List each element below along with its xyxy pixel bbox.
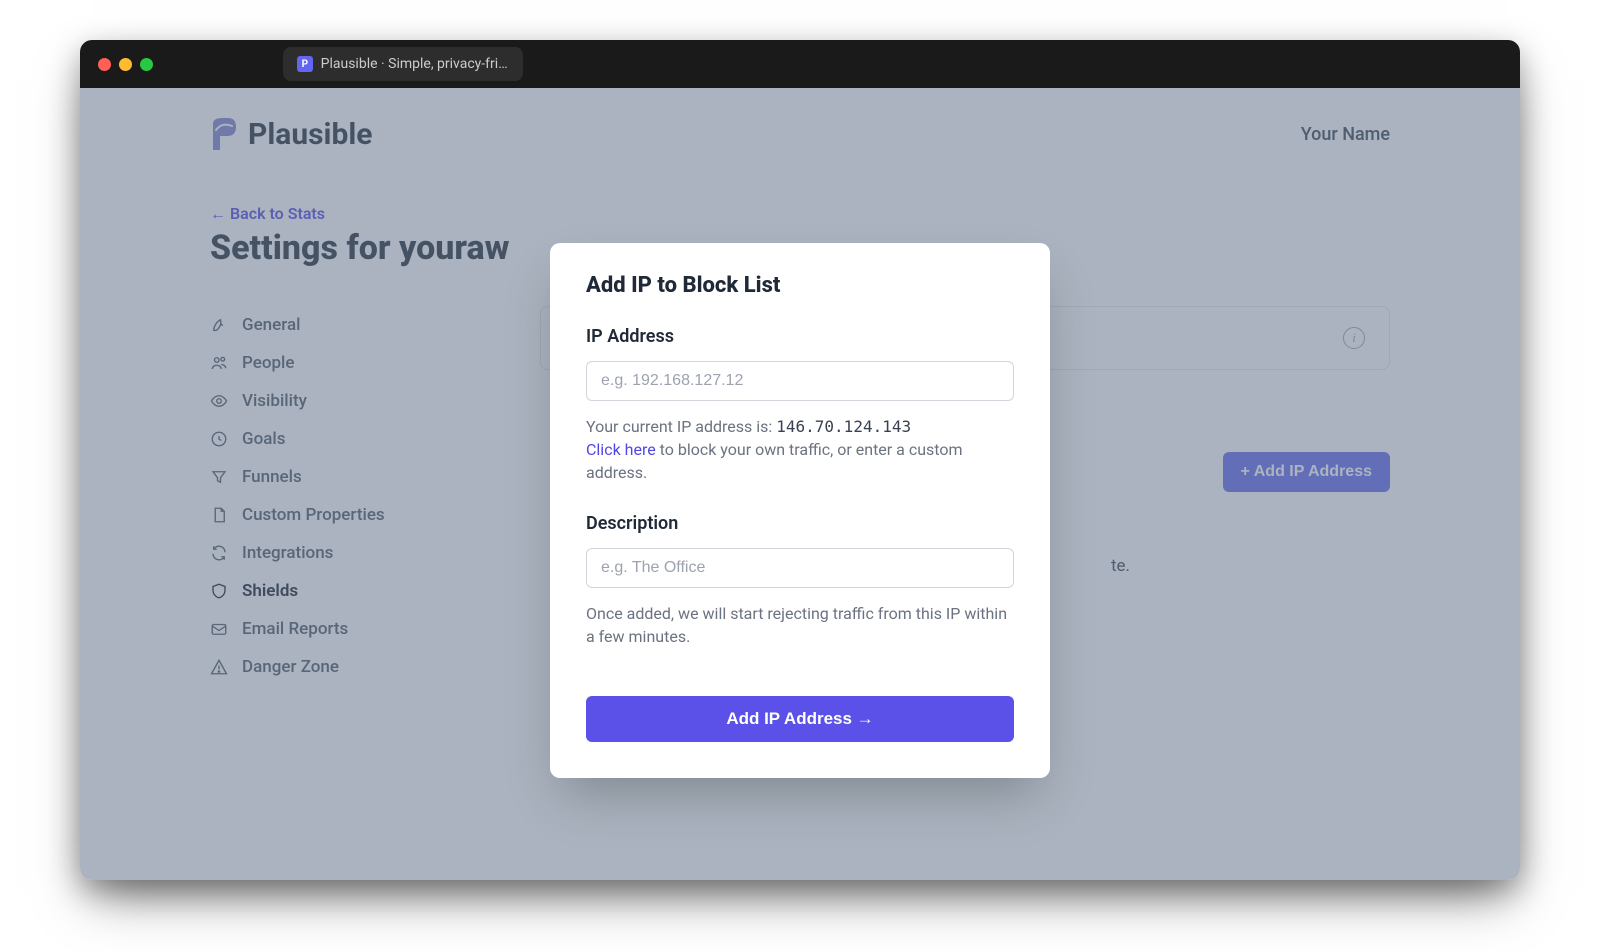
traffic-lights bbox=[98, 58, 153, 71]
description-input[interactable] bbox=[586, 548, 1014, 588]
browser-tab[interactable]: P Plausible · Simple, privacy-frien bbox=[283, 47, 523, 81]
current-ip-prefix: Your current IP address is: bbox=[586, 417, 776, 436]
modal-note: Once added, we will start rejecting traf… bbox=[586, 602, 1014, 648]
current-ip-hint: Your current IP address is: 146.70.124.1… bbox=[586, 415, 1014, 485]
current-ip-value: 146.70.124.143 bbox=[776, 417, 911, 436]
app-body: Plausible Your Name ← Back to Stats Sett… bbox=[80, 88, 1520, 880]
close-window-button[interactable] bbox=[98, 58, 111, 71]
titlebar: P Plausible · Simple, privacy-frien bbox=[80, 40, 1520, 88]
minimize-window-button[interactable] bbox=[119, 58, 132, 71]
submit-add-ip-button[interactable]: Add IP Address → bbox=[586, 696, 1014, 742]
ip-address-label: IP Address bbox=[586, 326, 1014, 347]
block-own-ip-link[interactable]: Click here bbox=[586, 440, 656, 459]
maximize-window-button[interactable] bbox=[140, 58, 153, 71]
plausible-favicon-icon: P bbox=[297, 56, 313, 72]
browser-window: P Plausible · Simple, privacy-frien Plau… bbox=[80, 40, 1520, 880]
ip-address-input[interactable] bbox=[586, 361, 1014, 401]
description-label: Description bbox=[586, 513, 1014, 534]
add-ip-modal: Add IP to Block List IP Address Your cur… bbox=[550, 243, 1050, 778]
modal-title: Add IP to Block List bbox=[586, 273, 1014, 298]
tab-title: Plausible · Simple, privacy-frien bbox=[321, 56, 509, 72]
